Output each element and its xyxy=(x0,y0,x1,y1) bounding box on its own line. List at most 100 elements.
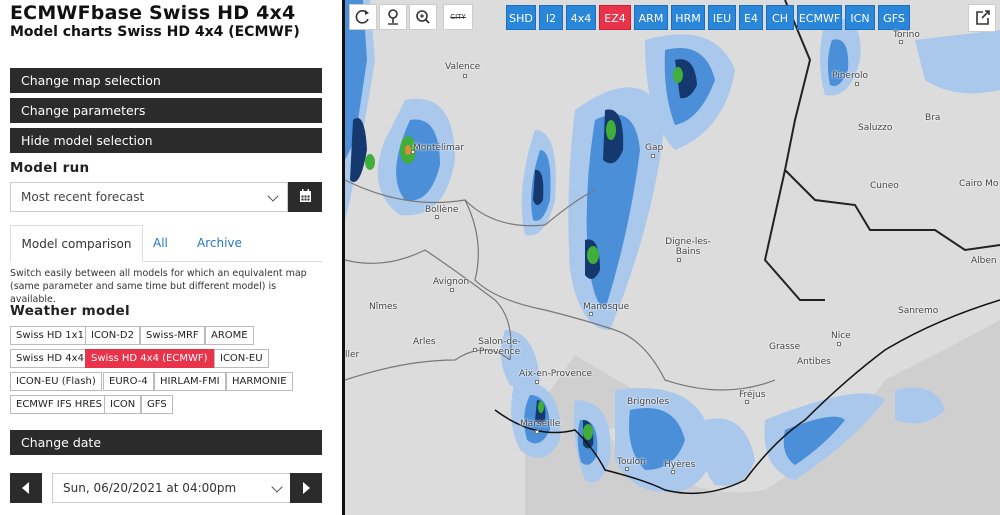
model-button-gfs[interactable]: GFS xyxy=(141,395,173,414)
city-label: Nice xyxy=(831,331,851,341)
previous-date-button[interactable] xyxy=(10,473,42,503)
city-label: Saluzzo xyxy=(858,123,893,133)
model-button-icon[interactable]: ICON xyxy=(104,395,142,414)
calendar-button[interactable] xyxy=(288,182,322,212)
model-tab-arm[interactable]: ARM xyxy=(634,5,668,30)
model-button-swiss-hd-4x4[interactable]: Swiss HD 4x4 xyxy=(10,349,90,368)
model-tab-hrm[interactable]: HRM xyxy=(671,5,705,30)
share-icon xyxy=(976,10,990,25)
model-tab-4x4[interactable]: 4x4 xyxy=(566,5,596,30)
city-marker xyxy=(411,150,415,154)
calendar-icon xyxy=(300,189,311,202)
share-button[interactable] xyxy=(968,4,996,32)
city-label: Alben xyxy=(971,256,997,266)
date-select[interactable]: Sun, 06/20/2021 at 04:00pm xyxy=(52,473,292,503)
model-run-value: Most recent forecast xyxy=(21,190,145,204)
model-tab-ch[interactable]: CH xyxy=(766,5,794,30)
location-pin-icon xyxy=(388,9,398,25)
city-marker xyxy=(463,74,467,78)
model-button-harmonie[interactable]: HARMONIE xyxy=(226,372,293,391)
sidebar: ECMWFbase Swiss HD 4x4 Model charts Swis… xyxy=(0,0,332,515)
model-button-swiss-hd-1x1[interactable]: Swiss HD 1x1 xyxy=(10,326,90,345)
city-marker xyxy=(671,470,675,474)
model-button-swiss-hd-4x4-ecmwf[interactable]: Swiss HD 4x4 (ECMWF) xyxy=(85,349,214,368)
page-subtitle: Model charts Swiss HD 4x4 (ECMWF) xyxy=(10,24,300,40)
model-button-arome[interactable]: AROME xyxy=(205,326,254,345)
chevron-down-icon xyxy=(271,481,283,493)
city-marker xyxy=(677,258,681,262)
model-button-icon-eu-flash[interactable]: ICON-EU (Flash) xyxy=(10,372,102,391)
change-map-selection-button[interactable]: Change map selection xyxy=(10,68,322,93)
city-label: Gap xyxy=(645,143,664,153)
triangle-right-icon xyxy=(303,482,310,494)
model-button-icon-d2[interactable]: ICON-D2 xyxy=(85,326,140,345)
city-marker xyxy=(535,380,539,384)
tab-model-comparison[interactable]: Model comparison xyxy=(10,225,143,262)
city-label: Bollène xyxy=(425,205,459,215)
change-parameters-button[interactable]: Change parameters xyxy=(10,98,322,123)
city-marker xyxy=(450,288,454,292)
location-button[interactable] xyxy=(379,4,407,30)
model-button-euro-4[interactable]: EURO-4 xyxy=(103,372,154,391)
magnifier-zoom-icon xyxy=(416,10,430,24)
model-button-hirlam-fmi[interactable]: HIRLAM-FMI xyxy=(154,372,226,391)
weather-model-heading: Weather model xyxy=(10,303,130,319)
model-tab-e4[interactable]: E4 xyxy=(739,5,763,30)
model-button-ecmwf-ifs-hres[interactable]: ECMWF IFS HRES xyxy=(10,395,108,414)
city-label: Antibes xyxy=(797,357,831,367)
city-toggle-button[interactable]: CITY xyxy=(443,4,473,30)
city-label: Bra xyxy=(925,113,941,123)
city-label: Pinerolo xyxy=(832,71,868,81)
chevron-down-icon xyxy=(267,190,279,202)
city-label: Toulon xyxy=(617,457,646,467)
triangle-left-icon xyxy=(22,482,29,494)
city-marker xyxy=(589,312,593,316)
city-label: Cairo Mo xyxy=(959,179,999,189)
city-marker xyxy=(535,430,539,434)
next-date-button[interactable] xyxy=(290,473,322,503)
city-label: Cuneo xyxy=(870,181,899,191)
page-title: ECMWFbase Swiss HD 4x4 xyxy=(10,2,296,24)
city-label: Marseille xyxy=(520,419,561,429)
city-label: Aix-en-Provence xyxy=(519,369,593,379)
city-label: Grasse xyxy=(769,342,801,352)
zoom-button[interactable] xyxy=(409,4,437,30)
city-label: Arles xyxy=(413,337,436,347)
model-tab-gfs[interactable]: GFS xyxy=(878,5,910,30)
forecast-map[interactable]: CITY SHD I2 4x4 EZ4 ARM HRM IEU E4 CH EC… xyxy=(345,0,1000,515)
city-label: Fréjus xyxy=(739,390,766,400)
refresh-button[interactable] xyxy=(349,4,377,30)
city-marker xyxy=(837,342,841,346)
city-marker xyxy=(473,348,477,352)
tab-all[interactable]: All xyxy=(153,225,168,261)
refresh-icon xyxy=(355,10,369,24)
model-button-swiss-mrf[interactable]: Swiss-MRF xyxy=(140,326,205,345)
city-label: Manosque xyxy=(583,302,630,312)
model-button-icon-eu[interactable]: ICON-EU xyxy=(214,349,269,368)
model-tab-i2[interactable]: I2 xyxy=(539,5,563,30)
city-label: Montélimar xyxy=(413,143,465,153)
model-tab-ez4[interactable]: EZ4 xyxy=(599,5,631,30)
model-tab-shd[interactable]: SHD xyxy=(506,5,536,30)
model-comparison-description: Switch easily between all models for whi… xyxy=(10,268,307,305)
model-run-select[interactable]: Most recent forecast xyxy=(10,182,288,212)
model-tab-icn[interactable]: ICN xyxy=(845,5,875,30)
city-label: ller xyxy=(345,350,360,360)
date-navigation: Sun, 06/20/2021 at 04:00pm xyxy=(10,473,322,503)
hide-model-selection-button[interactable]: Hide model selection xyxy=(10,128,322,153)
precipitation-map-graphic xyxy=(345,0,1000,515)
city-label: Brignoles xyxy=(627,397,670,407)
change-date-button[interactable]: Change date xyxy=(10,430,322,455)
city-label: Torino xyxy=(893,30,920,40)
city-label: Sanremo xyxy=(898,306,939,316)
city-marker xyxy=(745,400,749,404)
tab-archive[interactable]: Archive xyxy=(197,225,242,261)
city-label: Avignon xyxy=(433,277,470,287)
city-label: Nîmes xyxy=(369,302,398,312)
model-tab-ecmwf[interactable]: ECMWF xyxy=(797,5,842,30)
model-tab-ieu[interactable]: IEU xyxy=(708,5,736,30)
city-label: Salon-de-Provence xyxy=(478,337,521,357)
city-label: Valence xyxy=(445,62,481,72)
city-marker xyxy=(435,215,439,219)
city-marker xyxy=(651,154,655,158)
